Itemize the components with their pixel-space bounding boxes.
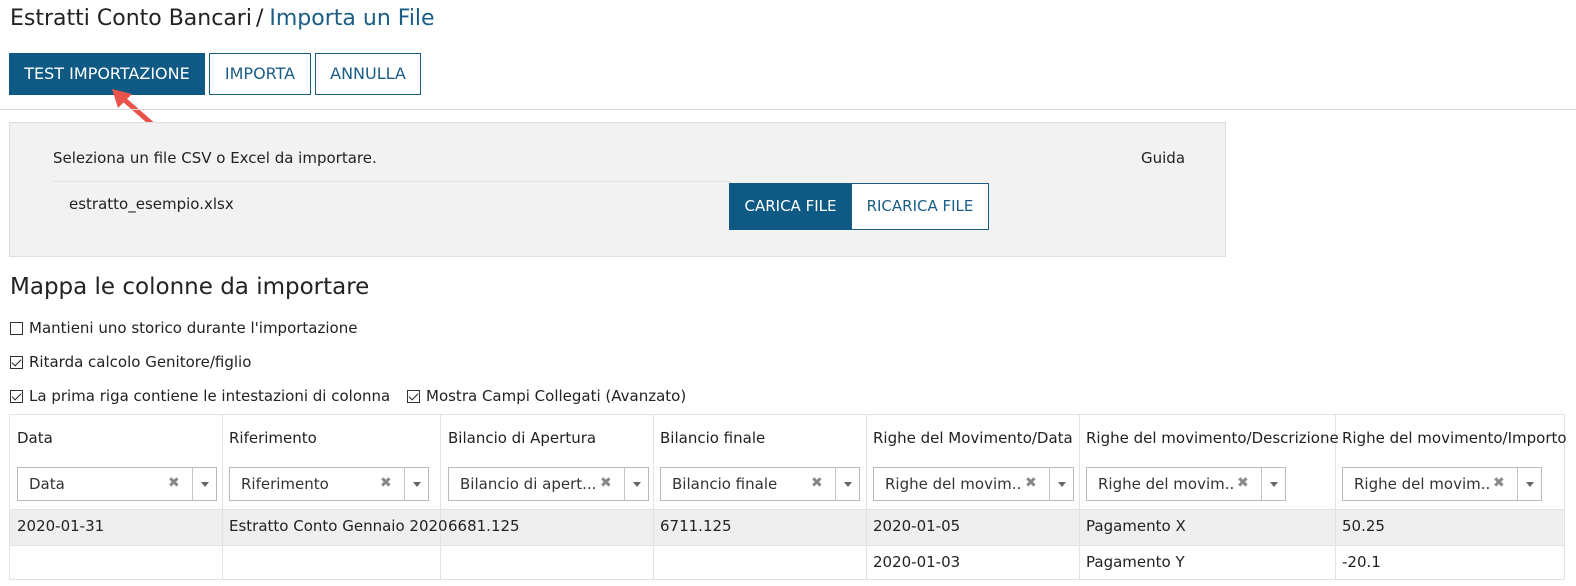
chevron-down-icon [200, 481, 209, 487]
dropdown-button[interactable] [1261, 468, 1285, 500]
select-value: Righe del movim... [1098, 475, 1233, 493]
table-cell: Estratto Conto Gennaio 2020 [229, 517, 448, 535]
column-mapping-select[interactable]: Righe del movim... ✖ [1342, 467, 1542, 501]
table-cell: 2020-01-05 [873, 517, 961, 535]
upload-prompt: Seleziona un file CSV o Excel da importa… [53, 149, 377, 167]
mapping-table: Data Riferimento Bilancio di Apertura Bi… [9, 414, 1567, 580]
column-divider [1079, 415, 1080, 579]
load-file-button[interactable]: CARICA FILE [729, 183, 852, 230]
table-cell: 50.25 [1342, 517, 1385, 535]
breadcrumb-parent[interactable]: Estratti Conto Bancari [10, 6, 252, 31]
guide-link[interactable]: Guida [1141, 149, 1185, 167]
checkbox[interactable] [10, 389, 23, 403]
dropdown-button[interactable] [404, 468, 428, 500]
column-mapping-select[interactable]: Riferimento ✖ [229, 467, 429, 501]
column-mapping-select[interactable]: Righe del movim... ✖ [1086, 467, 1286, 501]
column-mapping-select[interactable]: Bilancio di apert... ✖ [448, 467, 649, 501]
chevron-down-icon [843, 481, 852, 487]
table-cell: 6711.125 [660, 517, 732, 535]
dropdown-button[interactable] [1517, 468, 1541, 500]
select-value: Righe del movim... [1354, 475, 1489, 493]
row-divider [10, 545, 1564, 546]
select-value: Riferimento [241, 475, 329, 493]
file-name: estratto_esempio.xlsx [69, 195, 234, 213]
option-label: La prima riga contiene le intestazioni d… [29, 387, 391, 405]
clear-icon[interactable]: ✖ [1237, 475, 1249, 491]
dropdown-button[interactable] [624, 468, 648, 500]
chevron-down-icon [1269, 481, 1278, 487]
select-value: Bilancio finale [672, 475, 778, 493]
table-cell: 2020-01-03 [873, 553, 961, 571]
column-header: Riferimento [229, 429, 317, 447]
clear-icon[interactable]: ✖ [1025, 475, 1037, 491]
dropdown-button[interactable] [192, 468, 216, 500]
column-divider [653, 415, 654, 579]
chevron-down-icon [1525, 481, 1534, 487]
select-value: Bilancio di apert... [460, 475, 595, 493]
breadcrumb: Estratti Conto Bancari / Importa un File [10, 6, 435, 31]
select-value: Data [29, 475, 65, 493]
dropdown-button[interactable] [835, 468, 859, 500]
column-divider [222, 415, 223, 579]
divider [0, 109, 1576, 110]
chevron-down-icon [1057, 481, 1066, 487]
table-cell: Pagamento Y [1086, 553, 1185, 571]
column-header: Bilancio finale [660, 429, 766, 447]
checkbox[interactable] [10, 355, 23, 369]
column-header: Data [17, 429, 53, 447]
clear-icon[interactable]: ✖ [600, 475, 612, 491]
column-header: Righe del movimento/Importo [1342, 429, 1567, 447]
section-title: Mappa le colonne da importare [10, 274, 370, 300]
clear-icon[interactable]: ✖ [1493, 475, 1505, 491]
row-divider [10, 509, 1564, 510]
option-first-row-headers[interactable]: La prima riga contiene le intestazioni d… [10, 387, 390, 405]
table-cell: -20.1 [1342, 553, 1381, 571]
checkbox[interactable] [407, 389, 420, 403]
column-header: Righe del Movimento/Data [873, 429, 1073, 447]
dropdown-button[interactable] [1049, 468, 1073, 500]
option-label: Mostra Campi Collegati (Avanzato) [426, 387, 687, 405]
upload-panel: Seleziona un file CSV o Excel da importa… [9, 122, 1226, 257]
table-cell: 6681.125 [448, 517, 520, 535]
breadcrumb-separator: / [255, 6, 264, 31]
import-button[interactable]: IMPORTA [209, 53, 311, 95]
option-keep-history[interactable]: Mantieni uno storico durante l'importazi… [10, 319, 357, 337]
option-label: Mantieni uno storico durante l'importazi… [29, 319, 358, 337]
option-delay-parent-child[interactable]: Ritarda calcolo Genitore/figlio [10, 353, 251, 371]
checkbox[interactable] [10, 321, 23, 335]
clear-icon[interactable]: ✖ [380, 475, 392, 491]
table-cell: 2020-01-31 [17, 517, 105, 535]
clear-icon[interactable]: ✖ [811, 475, 823, 491]
chevron-down-icon [632, 481, 641, 487]
reload-file-button[interactable]: RICARICA FILE [851, 183, 989, 230]
column-mapping-select[interactable]: Data ✖ [17, 467, 217, 501]
column-divider [440, 415, 441, 579]
file-name-field: estratto_esempio.xlsx [53, 181, 731, 229]
clear-icon[interactable]: ✖ [168, 475, 180, 491]
column-divider [866, 415, 867, 579]
table-cell: Pagamento X [1086, 517, 1186, 535]
select-value: Righe del movim... [885, 475, 1020, 493]
option-label: Ritarda calcolo Genitore/figlio [29, 353, 252, 371]
column-header: Bilancio di Apertura [448, 429, 597, 447]
breadcrumb-current: Importa un File [269, 6, 435, 31]
cancel-button[interactable]: ANNULLA [315, 53, 421, 95]
option-show-linked-fields[interactable]: Mostra Campi Collegati (Avanzato) [407, 387, 686, 405]
test-import-button[interactable]: TEST IMPORTAZIONE [9, 53, 205, 95]
column-header: Righe del movimento/Descrizione [1086, 429, 1339, 447]
column-mapping-select[interactable]: Righe del movim... ✖ [873, 467, 1074, 501]
chevron-down-icon [412, 481, 421, 487]
column-mapping-select[interactable]: Bilancio finale ✖ [660, 467, 860, 501]
